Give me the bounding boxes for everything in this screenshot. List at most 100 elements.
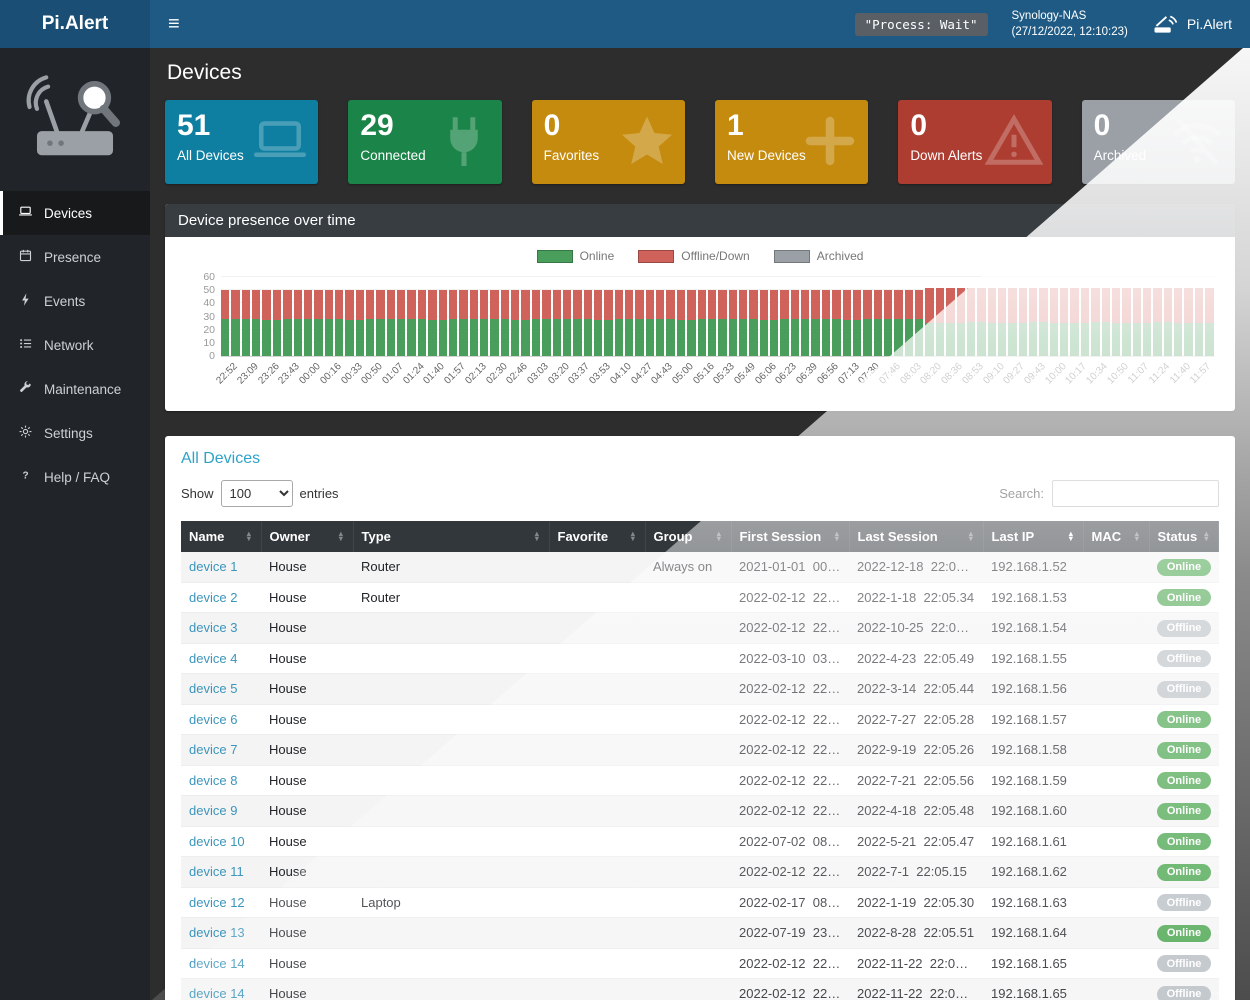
column-label: Status (1158, 529, 1198, 544)
bar-segment-offline-down (760, 290, 768, 320)
sidebar-item-help-faq[interactable]: ?Help / FAQ (0, 455, 150, 499)
stat-card-down-alerts[interactable]: 0Down Alerts (898, 100, 1051, 184)
column-header-favorite[interactable]: Favorite▲▼ (549, 521, 645, 552)
last-session-cell: 2022-4-18 22:05.48 (849, 796, 983, 827)
legend-item-online[interactable]: Online (537, 249, 615, 263)
bar-segment-offline-down (677, 290, 685, 320)
device-link[interactable]: device 14 (189, 956, 245, 971)
bar-segment-online (832, 319, 840, 356)
stat-card-connected[interactable]: 29Connected (348, 100, 501, 184)
column-header-group[interactable]: Group▲▼ (645, 521, 731, 552)
bar-segment-online (542, 319, 550, 356)
device-link[interactable]: device 13 (189, 925, 245, 940)
mac-cell (1083, 796, 1149, 827)
bar-segment-online (905, 319, 913, 356)
column-header-last-ip[interactable]: Last IP▲▼ (983, 521, 1083, 552)
stat-card-favorites[interactable]: 0Favorites (532, 100, 685, 184)
x-tick-label: 11:24 (1147, 361, 1172, 386)
sidebar-item-presence[interactable]: Presence (0, 235, 150, 279)
x-tick-label: 04:10 (608, 361, 633, 386)
column-header-last-session[interactable]: Last Session▲▼ (849, 521, 983, 552)
bar-segment-online (553, 319, 561, 356)
search-input[interactable] (1052, 480, 1219, 507)
last-ip-cell: 192.168.1.63 (983, 887, 1083, 918)
x-tick-label: 02:46 (505, 361, 530, 386)
sidebar-item-network[interactable]: Network (0, 323, 150, 367)
device-link[interactable]: device 1 (189, 559, 237, 574)
device-link[interactable]: device 2 (189, 590, 237, 605)
x-tick-label: 09:10 (981, 361, 1006, 386)
type-cell: Router (353, 582, 549, 613)
entries-select[interactable]: 100 (221, 480, 293, 507)
legend-item-archived[interactable]: Archived (774, 249, 864, 263)
stacked-bar (542, 277, 550, 356)
sidebar-item-label: Devices (44, 206, 92, 221)
entries-label: entries (300, 486, 339, 501)
device-link[interactable]: device 9 (189, 803, 237, 818)
column-header-type[interactable]: Type▲▼ (353, 521, 549, 552)
device-link[interactable]: device 3 (189, 620, 237, 635)
x-tick-label: 11:07 (1126, 361, 1151, 386)
favorite-cell (549, 735, 645, 766)
chart-x-axis: 22:5223:0923:2623:4300:0000:1600:3300:50… (221, 357, 1215, 407)
y-tick-label: 60 (183, 271, 215, 283)
column-header-mac[interactable]: MAC▲▼ (1083, 521, 1149, 552)
legend-swatch (774, 250, 810, 263)
column-header-status[interactable]: Status▲▼ (1149, 521, 1219, 552)
device-link[interactable]: device 6 (189, 712, 237, 727)
owner-cell: House (261, 582, 353, 613)
table-row: device 10House2022-07-02 08:152022-5-21 … (181, 826, 1219, 857)
sidebar-item-devices[interactable]: Devices (0, 191, 150, 235)
bar-segment-offline-down (1050, 288, 1058, 324)
bar-segment-online (1195, 323, 1203, 356)
table-row: device 4House2022-03-10 03:552022-4-23 2… (181, 643, 1219, 674)
bar-segment-offline-down (1070, 288, 1078, 324)
column-header-name[interactable]: Name▲▼ (181, 521, 261, 552)
topbar-brand-right[interactable]: Pi.Alert (1152, 14, 1232, 35)
stat-card-new-devices[interactable]: 1New Devices (715, 100, 868, 184)
device-link[interactable]: device 11 (189, 864, 244, 879)
bar-segment-offline-down (915, 290, 923, 319)
bar-segment-offline-down (470, 290, 478, 319)
x-tick-label: 11:40 (1168, 361, 1193, 386)
stat-card-archived[interactable]: 0Archived (1082, 100, 1235, 184)
owner-cell: House (261, 918, 353, 949)
legend-item-offline-down[interactable]: Offline/Down (638, 249, 749, 263)
device-link[interactable]: device 5 (189, 681, 237, 696)
stacked-bar (1070, 277, 1078, 356)
bar-segment-offline-down (387, 290, 395, 319)
stacked-bar (1102, 277, 1110, 356)
stacked-bar (242, 277, 250, 356)
device-link[interactable]: device 7 (189, 742, 237, 757)
bar-segment-online (1133, 323, 1141, 356)
bar-segment-offline-down (977, 288, 985, 322)
device-link[interactable]: device 12 (189, 895, 245, 910)
bar-segment-online (1112, 323, 1120, 356)
bar-segment-offline-down (905, 290, 913, 319)
device-link[interactable]: device 4 (189, 651, 237, 666)
type-cell (353, 857, 549, 888)
y-tick-label: 10 (183, 337, 215, 349)
bar-segment-online (708, 319, 716, 356)
app-logo[interactable]: Pi.Alert (0, 0, 150, 48)
stacked-bar (874, 277, 882, 356)
x-tick-label: 03:53 (587, 361, 612, 386)
device-link[interactable]: device 14 (189, 986, 245, 1000)
column-header-first-session[interactable]: First Session▲▼ (731, 521, 849, 552)
x-tick-label: 10:34 (1084, 361, 1109, 386)
column-header-owner[interactable]: Owner▲▼ (261, 521, 353, 552)
sidebar-item-settings[interactable]: Settings (0, 411, 150, 455)
bar-segment-offline-down (1153, 288, 1161, 322)
bar-segment-online (957, 323, 965, 356)
stat-card-all-devices[interactable]: 51All Devices (165, 100, 318, 184)
x-tick-label: 22:52 (215, 361, 240, 386)
sidebar-item-events[interactable]: Events (0, 279, 150, 323)
device-link[interactable]: device 8 (189, 773, 237, 788)
sidebar-item-maintenance[interactable]: Maintenance (0, 367, 150, 411)
search-control: Search: (999, 480, 1219, 507)
chart-bars (221, 277, 1215, 356)
question-icon: ? (18, 468, 33, 486)
hamburger-icon[interactable]: ≡ (150, 0, 198, 48)
page-title: Devices (167, 61, 1233, 85)
device-link[interactable]: device 10 (189, 834, 245, 849)
